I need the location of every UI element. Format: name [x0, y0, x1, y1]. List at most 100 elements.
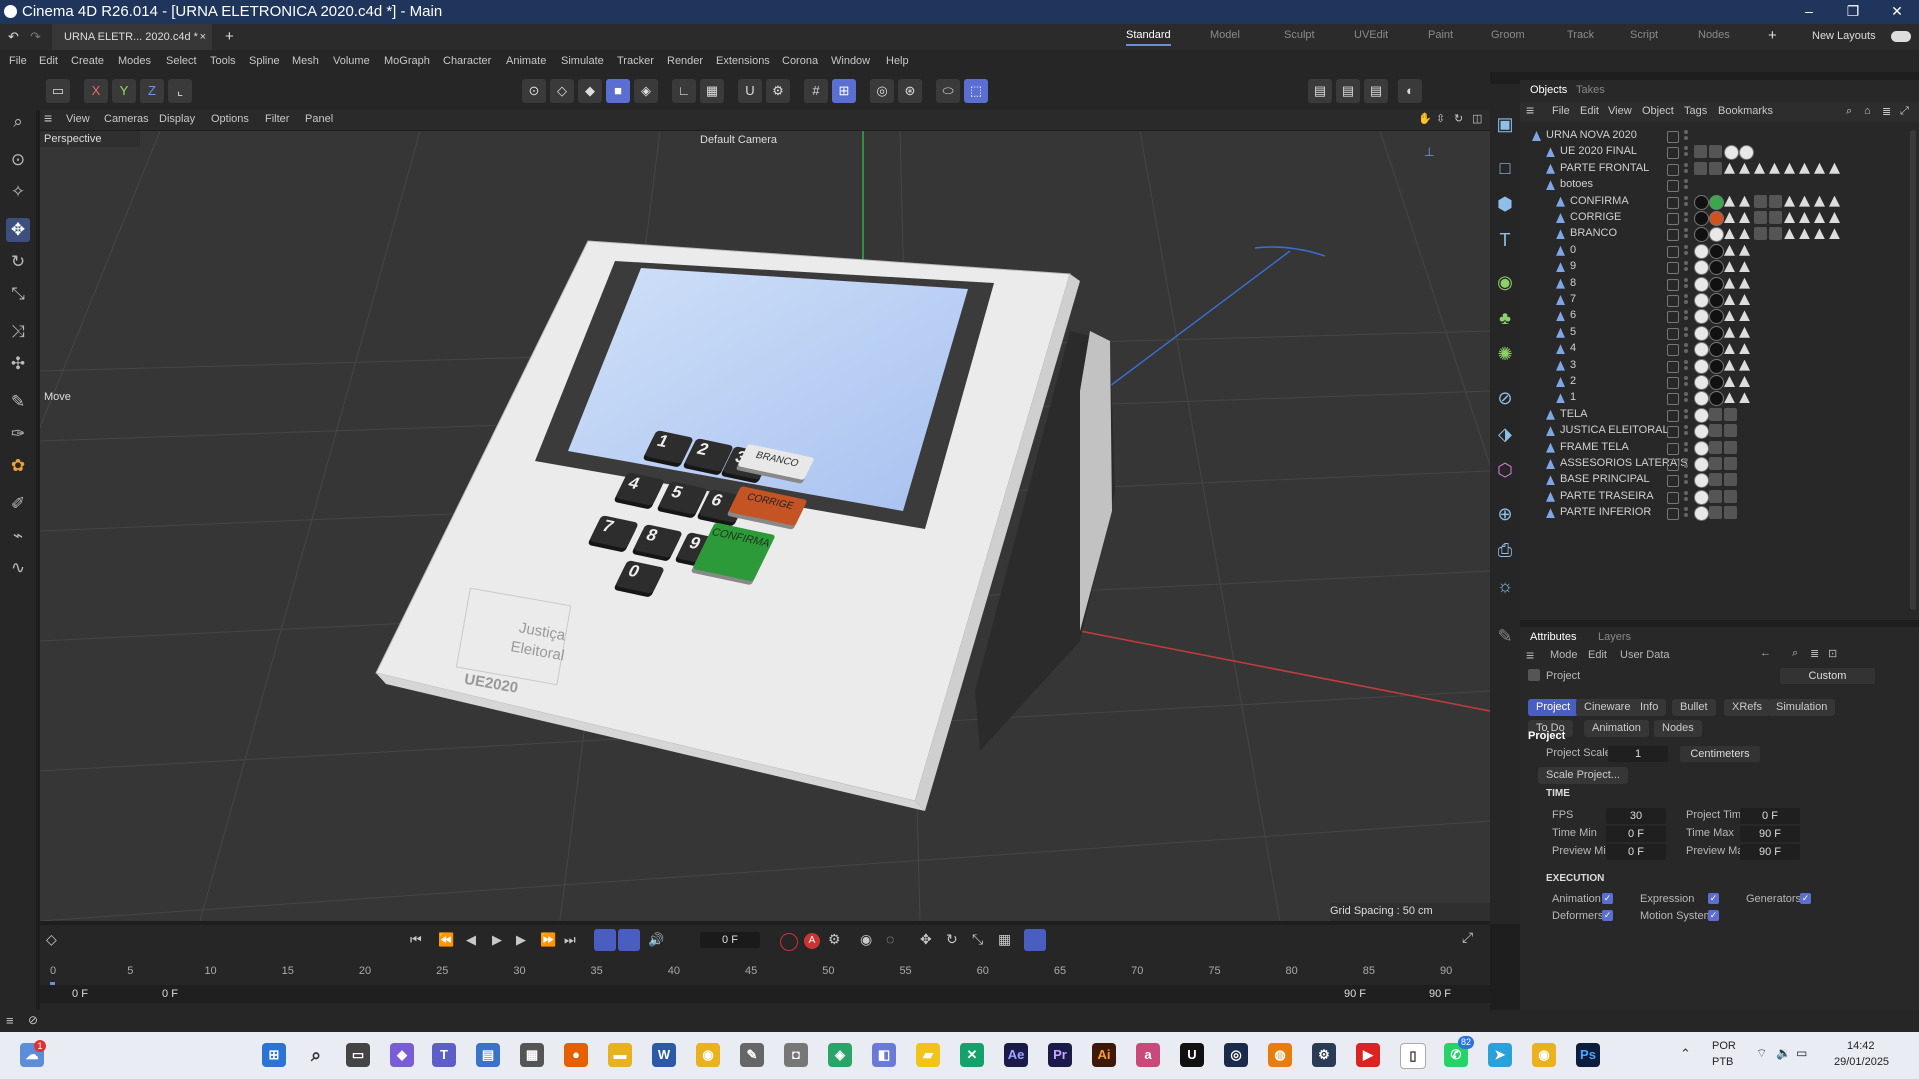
- menu-mograph[interactable]: MoGraph: [384, 55, 430, 67]
- model-mode-icon[interactable]: ■: [606, 79, 630, 103]
- phong-tag-icon[interactable]: [1724, 261, 1735, 273]
- compositing-tag-icon[interactable]: [1709, 424, 1722, 438]
- menu-animate[interactable]: Animate: [506, 55, 546, 67]
- phong-tag-icon[interactable]: [1799, 228, 1810, 240]
- phong-tag-icon[interactable]: [1784, 228, 1795, 240]
- menu-render[interactable]: Render: [667, 55, 703, 67]
- menu-simulate[interactable]: Simulate: [561, 55, 604, 67]
- attributes-menu-icon[interactable]: ≡: [1526, 647, 1534, 663]
- phong-tag-icon[interactable]: [1784, 195, 1795, 207]
- objects-menu-file[interactable]: File: [1552, 105, 1570, 117]
- texture-tag-icon[interactable]: [1694, 161, 1707, 175]
- phong-tag-icon[interactable]: [1814, 228, 1825, 240]
- visibility-dots[interactable]: [1684, 392, 1688, 404]
- visibility-dots[interactable]: [1684, 458, 1688, 470]
- settings-app-icon[interactable]: ⚙: [1312, 1043, 1336, 1067]
- edges-mode-icon[interactable]: ◇: [550, 79, 574, 103]
- brush-icon[interactable]: ✐: [6, 492, 30, 516]
- menu-corona[interactable]: Corona: [782, 55, 818, 67]
- attributes-search-icon[interactable]: ⌕: [1792, 647, 1798, 660]
- polygon-pen-icon[interactable]: ∿: [6, 556, 30, 580]
- phong-tag-icon[interactable]: [1724, 359, 1735, 371]
- visibility-dots[interactable]: [1684, 425, 1688, 437]
- project-scale-unit-select[interactable]: Centimeters: [1680, 746, 1760, 762]
- viewport-menu-display[interactable]: Display: [159, 113, 195, 125]
- file-explorer-icon[interactable]: ▬: [608, 1043, 632, 1067]
- visibility-dots[interactable]: [1684, 294, 1688, 306]
- object-row[interactable]: PARTE INFERIOR: [1520, 503, 1919, 523]
- phong-tag-icon[interactable]: [1814, 162, 1825, 174]
- visibility-dots[interactable]: [1684, 195, 1688, 208]
- subdivision-icon[interactable]: ◉: [1493, 270, 1517, 294]
- attr-tab-project[interactable]: Project: [1528, 699, 1579, 716]
- menu-select[interactable]: Select: [166, 55, 197, 67]
- cinema4d-taskbar-icon[interactable]: ◎: [1224, 1043, 1248, 1067]
- texture-tag-icon[interactable]: [1694, 145, 1707, 159]
- start-icon[interactable]: ⊞: [262, 1043, 286, 1067]
- phong-tag-icon[interactable]: [1829, 195, 1840, 207]
- firefox-icon[interactable]: ●: [564, 1043, 588, 1067]
- menu-modes[interactable]: Modes: [118, 55, 151, 67]
- sound-icon[interactable]: 🔊: [648, 932, 664, 948]
- camera-label[interactable]: Default Camera: [700, 134, 777, 146]
- timeline-editor-icon[interactable]: ⤢: [1462, 929, 1473, 946]
- visibility-dots[interactable]: [1684, 376, 1688, 388]
- project-scale-field[interactable]: 1: [1608, 746, 1668, 762]
- light-icon[interactable]: ☼: [1493, 574, 1517, 598]
- transform-tool-icon[interactable]: ⤨: [6, 320, 30, 344]
- phong-tag-icon[interactable]: [1754, 162, 1765, 174]
- chrome-icon[interactable]: ◉: [696, 1043, 720, 1067]
- objects-expand-icon[interactable]: ⤢: [1900, 105, 1909, 118]
- objects-home-icon[interactable]: ⌂: [1864, 105, 1871, 117]
- 3d-viewport[interactable]: Justiça Eleitoral UE2020 1234567890BRANC…: [40, 131, 1490, 921]
- status-menu-icon[interactable]: ≡: [6, 1013, 14, 1028]
- status-check-icon[interactable]: ⊘: [28, 1013, 38, 1027]
- object-enable-checkbox[interactable]: [1667, 377, 1679, 389]
- scale-tool-icon[interactable]: ⤡: [6, 282, 30, 306]
- clock-date[interactable]: 29/01/2025: [1834, 1056, 1889, 1068]
- phong-tag-icon[interactable]: [1739, 392, 1750, 404]
- texture-tag-icon[interactable]: [1769, 227, 1782, 241]
- texture-tag-icon[interactable]: [1724, 457, 1737, 470]
- texture-tag-icon[interactable]: [1724, 489, 1737, 503]
- next-frame-icon[interactable]: ▶: [516, 932, 526, 948]
- key-settings-icon[interactable]: ⚙: [828, 931, 841, 948]
- preview-min-field[interactable]: 0 F: [1606, 844, 1666, 860]
- viewport-menu-panel[interactable]: Panel: [305, 113, 333, 125]
- minimize-button[interactable]: –: [1787, 0, 1831, 24]
- excel-like-icon[interactable]: ◈: [828, 1043, 852, 1067]
- phong-tag-icon[interactable]: [1799, 195, 1810, 207]
- range-start-field[interactable]: 0 F: [50, 986, 110, 1002]
- texture-tag-icon[interactable]: [1769, 211, 1782, 224]
- points-mode-icon[interactable]: ⊙: [522, 79, 546, 103]
- objects-menu-bookmarks[interactable]: Bookmarks: [1718, 105, 1773, 117]
- current-frame-field[interactable]: 0 F: [700, 932, 760, 948]
- layout-uvedit[interactable]: UVEdit: [1354, 29, 1388, 41]
- tab-takes[interactable]: Takes: [1576, 84, 1605, 96]
- render-picture-viewer-icon[interactable]: ▤: [1336, 79, 1360, 103]
- viewport-menu-view[interactable]: View: [66, 113, 90, 125]
- phong-tag-icon[interactable]: [1814, 212, 1825, 223]
- phong-tag-icon[interactable]: [1799, 162, 1810, 174]
- visibility-dots[interactable]: [1684, 130, 1688, 142]
- object-enable-checkbox[interactable]: [1667, 213, 1679, 225]
- phong-tag-icon[interactable]: [1739, 343, 1750, 355]
- scale-project-button[interactable]: Scale Project...: [1538, 767, 1628, 784]
- calculator-icon[interactable]: ▦: [520, 1043, 544, 1067]
- camera-object-icon[interactable]: ▣: [1493, 112, 1517, 136]
- compositing-tag-icon[interactable]: [1709, 145, 1722, 159]
- phong-tag-icon[interactable]: [1739, 326, 1750, 338]
- render-view-icon[interactable]: ▤: [1308, 79, 1332, 103]
- file-tab[interactable]: URNA ELETR... 2020.c4d * ×: [52, 24, 212, 50]
- word-icon[interactable]: W: [652, 1043, 676, 1067]
- undo-icon[interactable]: ↶: [8, 29, 19, 45]
- layout-model[interactable]: Model: [1210, 29, 1240, 41]
- go-to-start-icon[interactable]: ⏮: [410, 932, 422, 948]
- render-settings-icon[interactable]: ⊛: [898, 79, 922, 103]
- render-settings-button-icon[interactable]: ▤: [1364, 79, 1388, 103]
- attr-tab-info[interactable]: Info: [1632, 699, 1667, 716]
- visibility-dots[interactable]: [1684, 162, 1688, 175]
- phong-tag-icon[interactable]: [1724, 310, 1735, 322]
- preview-end-field[interactable]: 90 F: [1325, 986, 1385, 1002]
- youtube-icon[interactable]: ▶: [1356, 1043, 1380, 1067]
